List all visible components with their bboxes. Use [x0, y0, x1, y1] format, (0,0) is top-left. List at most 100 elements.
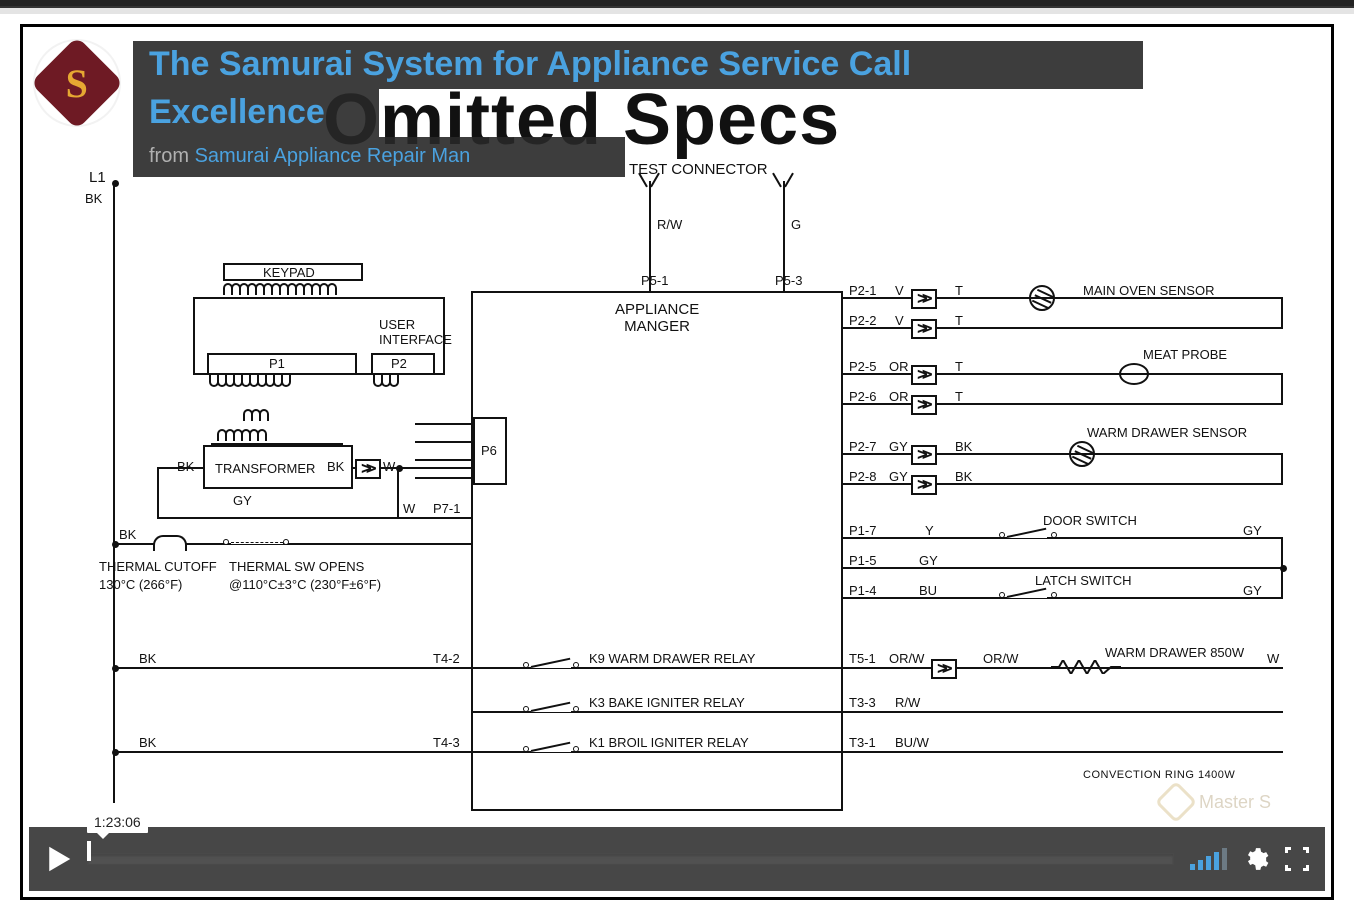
volume-bar-icon [1198, 860, 1203, 870]
label-p2-7-gy: GY [889, 439, 908, 454]
label-row1-bk: BK [139, 651, 156, 666]
connector-icon: >> [911, 365, 937, 385]
contact-icon [573, 746, 579, 752]
connector-icon: >> [911, 395, 937, 415]
label-transformer: TRANSFORMER [215, 461, 315, 476]
label-k1: K1 BROIL IGNITER RELAY [589, 735, 749, 750]
sensor-icon [1029, 285, 1055, 311]
label-t5-1: T5-1 [849, 651, 876, 666]
seek-thumb[interactable] [87, 841, 91, 861]
label-l1: L1 [89, 169, 106, 186]
label-row3-buw: BU/W [895, 735, 929, 750]
label-p2-5: P2-5 [849, 359, 876, 374]
label-l1-bk: BK [85, 191, 102, 206]
probe-icon [1119, 363, 1149, 385]
connector-icon: >> [911, 319, 937, 339]
wire [784, 173, 794, 188]
wire [843, 327, 1283, 329]
label-p2-6-t: T [955, 389, 963, 404]
volume-button[interactable] [1190, 848, 1227, 870]
seek-track[interactable]: 1:23:06 [87, 845, 1174, 873]
keypad-pins [225, 283, 385, 295]
wire [1281, 453, 1283, 485]
wire [211, 443, 343, 445]
label-p2-2: P2-2 [849, 313, 876, 328]
resistor-icon [1051, 660, 1121, 674]
video-title-line2[interactable]: Excellence [149, 88, 341, 137]
label-k9: K9 WARM DRAWER RELAY [589, 651, 755, 666]
node [112, 665, 119, 672]
label-row3-bk: BK [139, 735, 156, 750]
browser-chrome-bar [0, 0, 1354, 8]
label-g: G [791, 217, 801, 232]
label-warm-drawer-sensor: WARM DRAWER SENSOR [1087, 425, 1247, 440]
contact-icon [283, 539, 289, 545]
wire [397, 467, 399, 517]
browser-tab-strip [0, 8, 1354, 14]
label-p2-6-or: OR [889, 389, 909, 404]
contact-icon [1051, 532, 1057, 538]
label-p2-2-t: T [955, 313, 963, 328]
volume-bar-icon [1222, 848, 1227, 870]
wire [1281, 297, 1283, 329]
wire [843, 403, 1283, 405]
video-title-row1: The Samurai System for Appliance Service… [133, 41, 1143, 89]
video-player-frame: Omitted Specs S The Samurai System for A… [20, 24, 1334, 900]
node [112, 749, 119, 756]
play-button[interactable] [29, 827, 87, 891]
contact-icon [523, 706, 529, 712]
label-p2-6: P2-6 [849, 389, 876, 404]
contact-icon [223, 539, 229, 545]
label-p2-8: P2-8 [849, 469, 876, 484]
label-p6: P6 [481, 443, 497, 458]
label-k3: K3 BAKE IGNITER RELAY [589, 695, 745, 710]
contact-icon [1051, 592, 1057, 598]
contact-icon [573, 662, 579, 668]
label-trans-bk-r: BK [327, 459, 344, 474]
wire [471, 711, 1283, 713]
video-control-bar: 1:23:06 [29, 827, 1325, 891]
p2-pins [375, 375, 399, 387]
label-p1-4-gy: GY [1243, 583, 1262, 598]
watermark-text: Master S [1199, 792, 1271, 813]
video-title-line1[interactable]: The Samurai System for Appliance Service… [149, 40, 927, 89]
logo-letter: S [66, 60, 88, 107]
right-controls [1184, 846, 1325, 872]
label-p1: P1 [269, 356, 285, 371]
label-main-oven-sensor: MAIN OVEN SENSOR [1083, 283, 1214, 298]
label-p2-8-bk: BK [955, 469, 972, 484]
channel-logo[interactable]: S [35, 41, 119, 125]
label-p5-1: P5-1 [641, 273, 668, 288]
label-trans-w2: W [403, 501, 415, 516]
label-p2: P2 [391, 356, 407, 371]
label-user-interface: USER INTERFACE [379, 317, 452, 347]
fullscreen-button[interactable] [1285, 847, 1309, 871]
wire [843, 483, 1283, 485]
fullscreen-icon [1303, 847, 1309, 853]
hex-icon [1155, 781, 1197, 823]
label-p2-1-t: T [955, 283, 963, 298]
connector-icon: >> [911, 289, 937, 309]
volume-bar-icon [1206, 856, 1211, 870]
p1-pins [211, 375, 291, 387]
wire [843, 453, 1283, 455]
logo-badge: S [30, 36, 123, 129]
label-convection: CONVECTION RING 1400W [1083, 769, 1235, 781]
label-warm-drawer-850w: WARM DRAWER 850W [1105, 645, 1244, 660]
label-thermal-sw-1: THERMAL SW OPENS [229, 559, 364, 574]
label-latch-switch: LATCH SWITCH [1035, 573, 1132, 588]
thermal-cutoff-icon [153, 535, 187, 551]
wire [157, 467, 203, 469]
author-link[interactable]: Samurai Appliance Repair Man [195, 145, 471, 167]
label-p2-7-bk: BK [955, 439, 972, 454]
label-t3-1: T3-1 [849, 735, 876, 750]
label-orw-a: OR/W [889, 651, 924, 666]
wire [1281, 373, 1283, 405]
label-thermal-bk: BK [119, 527, 136, 542]
settings-button[interactable] [1243, 846, 1269, 872]
label-t3-3: T3-3 [849, 695, 876, 710]
label-rw: R/W [657, 217, 682, 232]
label-p1-7-gy: GY [1243, 523, 1262, 538]
play-icon [44, 845, 72, 873]
label-orw-b: OR/W [983, 651, 1018, 666]
